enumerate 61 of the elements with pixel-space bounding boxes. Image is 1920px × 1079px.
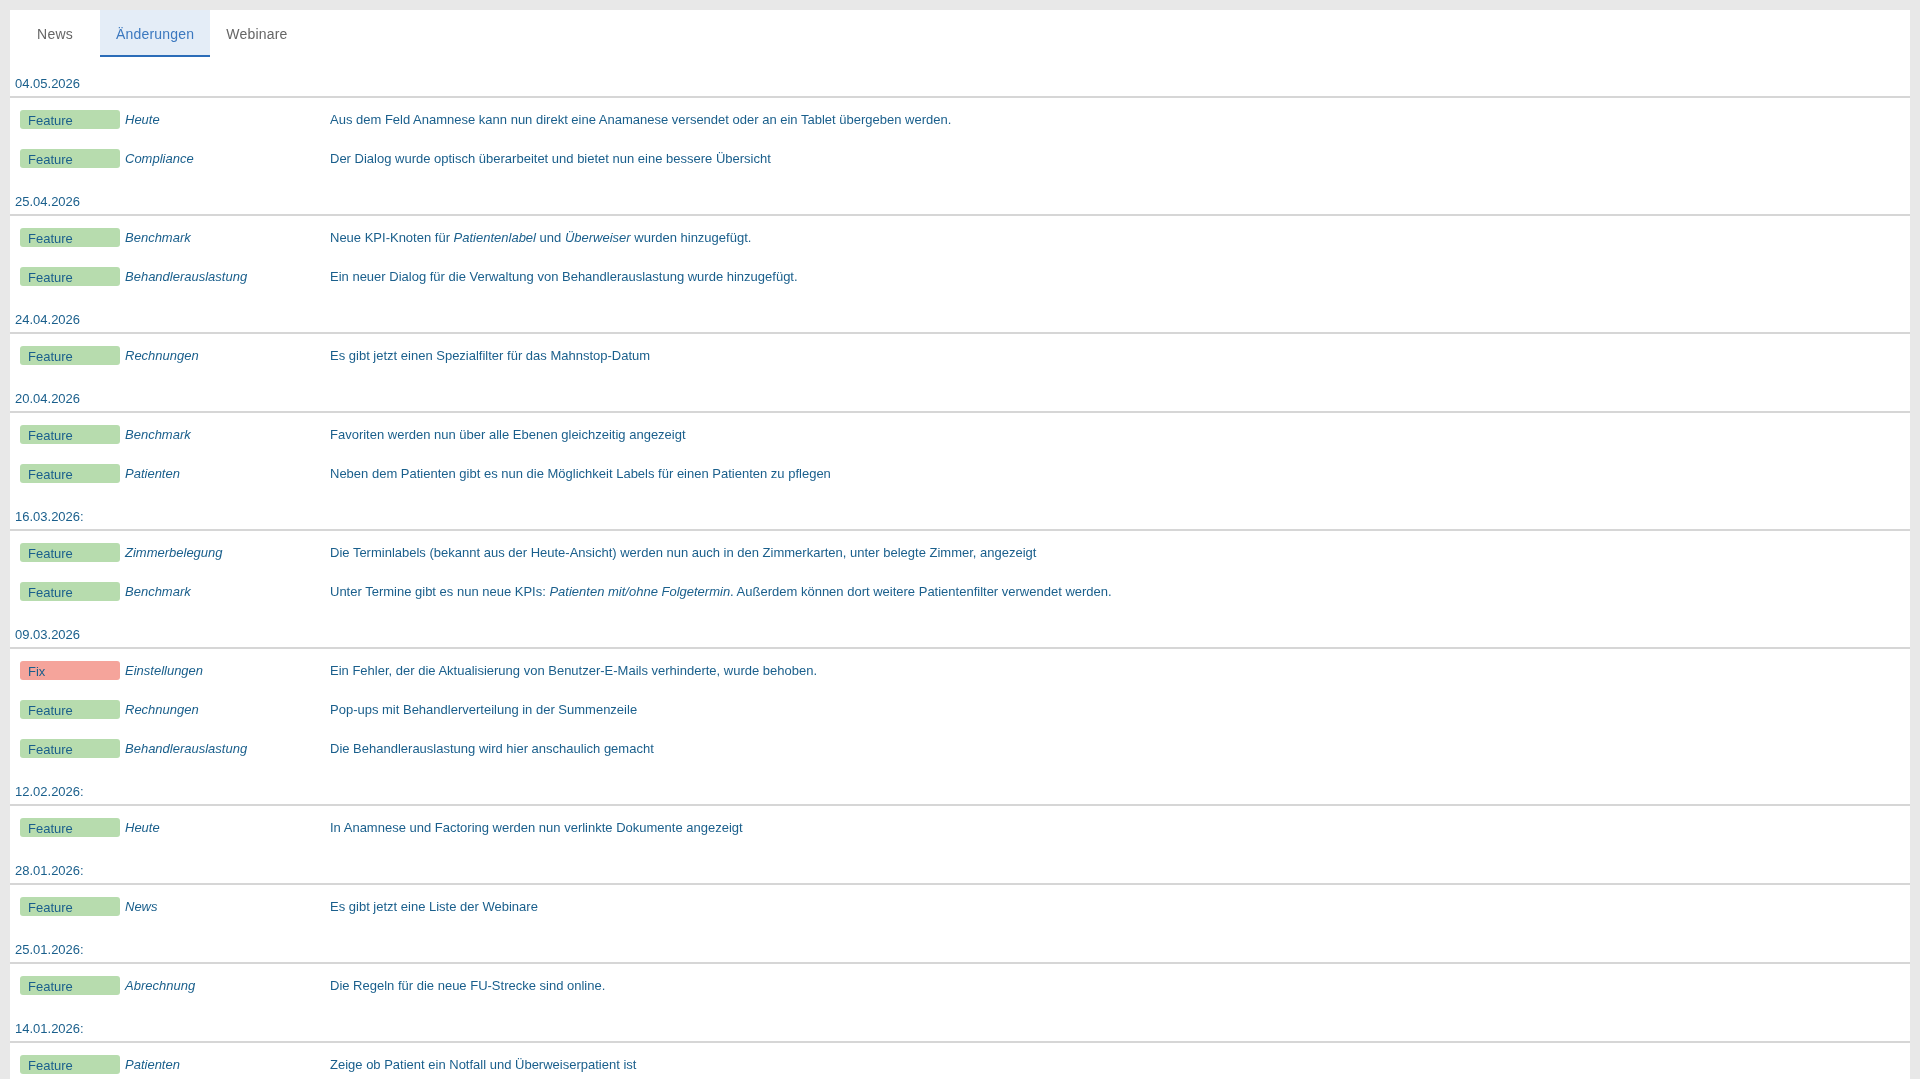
area-label: Heute (125, 110, 160, 129)
change-type-tag: Feature (20, 425, 120, 444)
area-label: Heute (125, 818, 160, 837)
change-type-tag: Feature (20, 700, 120, 719)
change-description: Neben dem Patienten gibt es nun die Möglichkeit Labels für einen Patienten zu pflegen (330, 464, 831, 483)
area-label: Patienten (125, 464, 180, 483)
release-date: 14.01.2026: (15, 1021, 84, 1037)
tab[interactable]: Webinare (210, 10, 304, 57)
area-label: Patienten (125, 1055, 180, 1074)
change-type-tag: Feature (20, 582, 120, 601)
area-label: Benchmark (125, 425, 191, 444)
area-label: Zimmerbelegung (125, 543, 223, 562)
change-description: In Anamnese und Factoring werden nun verlinkte Dokumente angezeigt (330, 818, 743, 837)
change-description: Der Dialog wurde optisch überarbeitet und bietet nun eine bessere Übersicht (330, 149, 771, 168)
change-description: Die Regeln für die neue FU-Strecke sind online. (330, 976, 606, 995)
change-type-tag: Fix (20, 661, 120, 680)
release-date: 09.03.2026 (15, 627, 81, 643)
change-description: Es gibt jetzt eine Liste der Webinare (330, 897, 538, 916)
change-description: Pop-ups mit Behandlerverteilung in der Summenzeile (330, 700, 638, 719)
change-type-tag: Feature (20, 464, 120, 483)
area-label: Rechnungen (125, 700, 199, 719)
release-date: 12.02.2026: (15, 784, 84, 800)
change-description: Unter Termine gibt es nun neue KPIs: Patienten mit/ohne Folgetermin. Außerdem können dort weitere Patientenfilter verwendet werden. (330, 582, 1112, 601)
change-type-tag: Feature (20, 897, 120, 916)
change-description: Die Terminlabels (bekannt aus der Heute-Ansicht) werden nun auch in den Zimmerkarten, unter belegte Zimmer, angezeigt (330, 543, 1037, 562)
area-label: Benchmark (125, 228, 191, 247)
change-type-tag: Feature (20, 976, 120, 995)
change-description: Favoriten werden nun über alle Ebenen gleichzeitig angezeigt (330, 425, 686, 444)
area-label: Benchmark (125, 582, 191, 601)
change-description: Ein neuer Dialog für die Verwaltung von Behandlerauslastung wurde hinzugefügt. (330, 267, 798, 286)
change-type-tag: Feature (20, 110, 120, 129)
release-date: 20.04.2026 (15, 391, 81, 407)
change-type-tag: Feature (20, 346, 120, 365)
release-date: 24.04.2026 (15, 312, 81, 328)
release-date: 25.01.2026: (15, 942, 84, 958)
change-type-tag: Feature (20, 1055, 120, 1074)
change-type-tag: Feature (20, 543, 120, 562)
change-type-tag: Feature (20, 267, 120, 286)
area-label: Einstellungen (125, 661, 204, 680)
change-description: Zeige ob Patient ein Notfall und Überweiserpatient ist (330, 1055, 637, 1074)
area-label: Abrechnung (125, 976, 196, 995)
change-description: Aus dem Feld Anamnese kann nun direkt eine Anamanese versendet oder an ein Tablet übergeben werden. (330, 110, 952, 129)
tab[interactable]: Änderungen (100, 10, 211, 57)
change-description: Die Behandlerauslastung wird hier anschaulich gemacht (330, 739, 654, 758)
area-label: Behandlerauslastung (125, 267, 248, 286)
release-date: 25.04.2026 (15, 194, 81, 210)
area-label: Behandlerauslastung (125, 739, 248, 758)
area-label: Rechnungen (125, 346, 199, 365)
change-description: Neue KPI-Knoten für Patientenlabel und Überweiser wurden hinzugefügt. (330, 228, 752, 247)
area-label: Compliance (125, 149, 194, 168)
change-type-tag: Feature (20, 228, 120, 247)
change-type-tag: Feature (20, 818, 120, 837)
release-date: 28.01.2026: (15, 863, 84, 879)
release-date: 16.03.2026: (15, 509, 84, 525)
change-type-tag: Feature (20, 739, 120, 758)
release-date: 04.05.2026 (15, 76, 81, 92)
change-description: Ein Fehler, der die Aktualisierung von Benutzer-E-Mails verhinderte, wurde behoben. (330, 661, 818, 680)
area-label: News (125, 897, 158, 916)
tab[interactable]: News (10, 10, 100, 57)
change-description: Es gibt jetzt einen Spezialfilter für das Mahnstop-Datum (330, 346, 651, 365)
change-type-tag: Feature (20, 149, 120, 168)
